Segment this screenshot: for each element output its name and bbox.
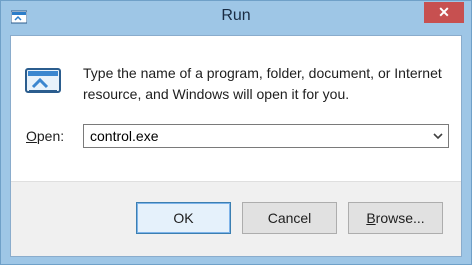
cancel-button[interactable]: Cancel <box>242 202 337 234</box>
chevron-down-icon[interactable] <box>433 132 443 140</box>
browse-button[interactable]: Browse... <box>348 202 443 234</box>
browse-label: rowse... <box>375 210 425 226</box>
run-window: Run ✕ Type the name of a program, folder… <box>0 0 472 265</box>
browse-accelerator: B <box>366 210 376 226</box>
open-combobox[interactable]: control.exe <box>83 124 449 148</box>
close-icon: ✕ <box>438 4 450 20</box>
open-input[interactable]: control.exe <box>90 128 158 144</box>
dialog-content: Type the name of a program, folder, docu… <box>11 36 461 182</box>
dialog-body: Type the name of a program, folder, docu… <box>10 35 462 257</box>
run-dialog-icon <box>25 68 61 93</box>
window-title: Run <box>221 7 251 24</box>
instruction-text: Type the name of a program, folder, docu… <box>83 65 442 102</box>
title-bar[interactable]: Run ✕ <box>1 1 471 35</box>
open-label-accelerator: O <box>26 128 37 144</box>
open-label: Open: <box>26 128 64 144</box>
open-label-text: pen: <box>36 128 65 144</box>
ok-button[interactable]: OK <box>136 202 231 234</box>
close-button[interactable]: ✕ <box>424 2 464 23</box>
